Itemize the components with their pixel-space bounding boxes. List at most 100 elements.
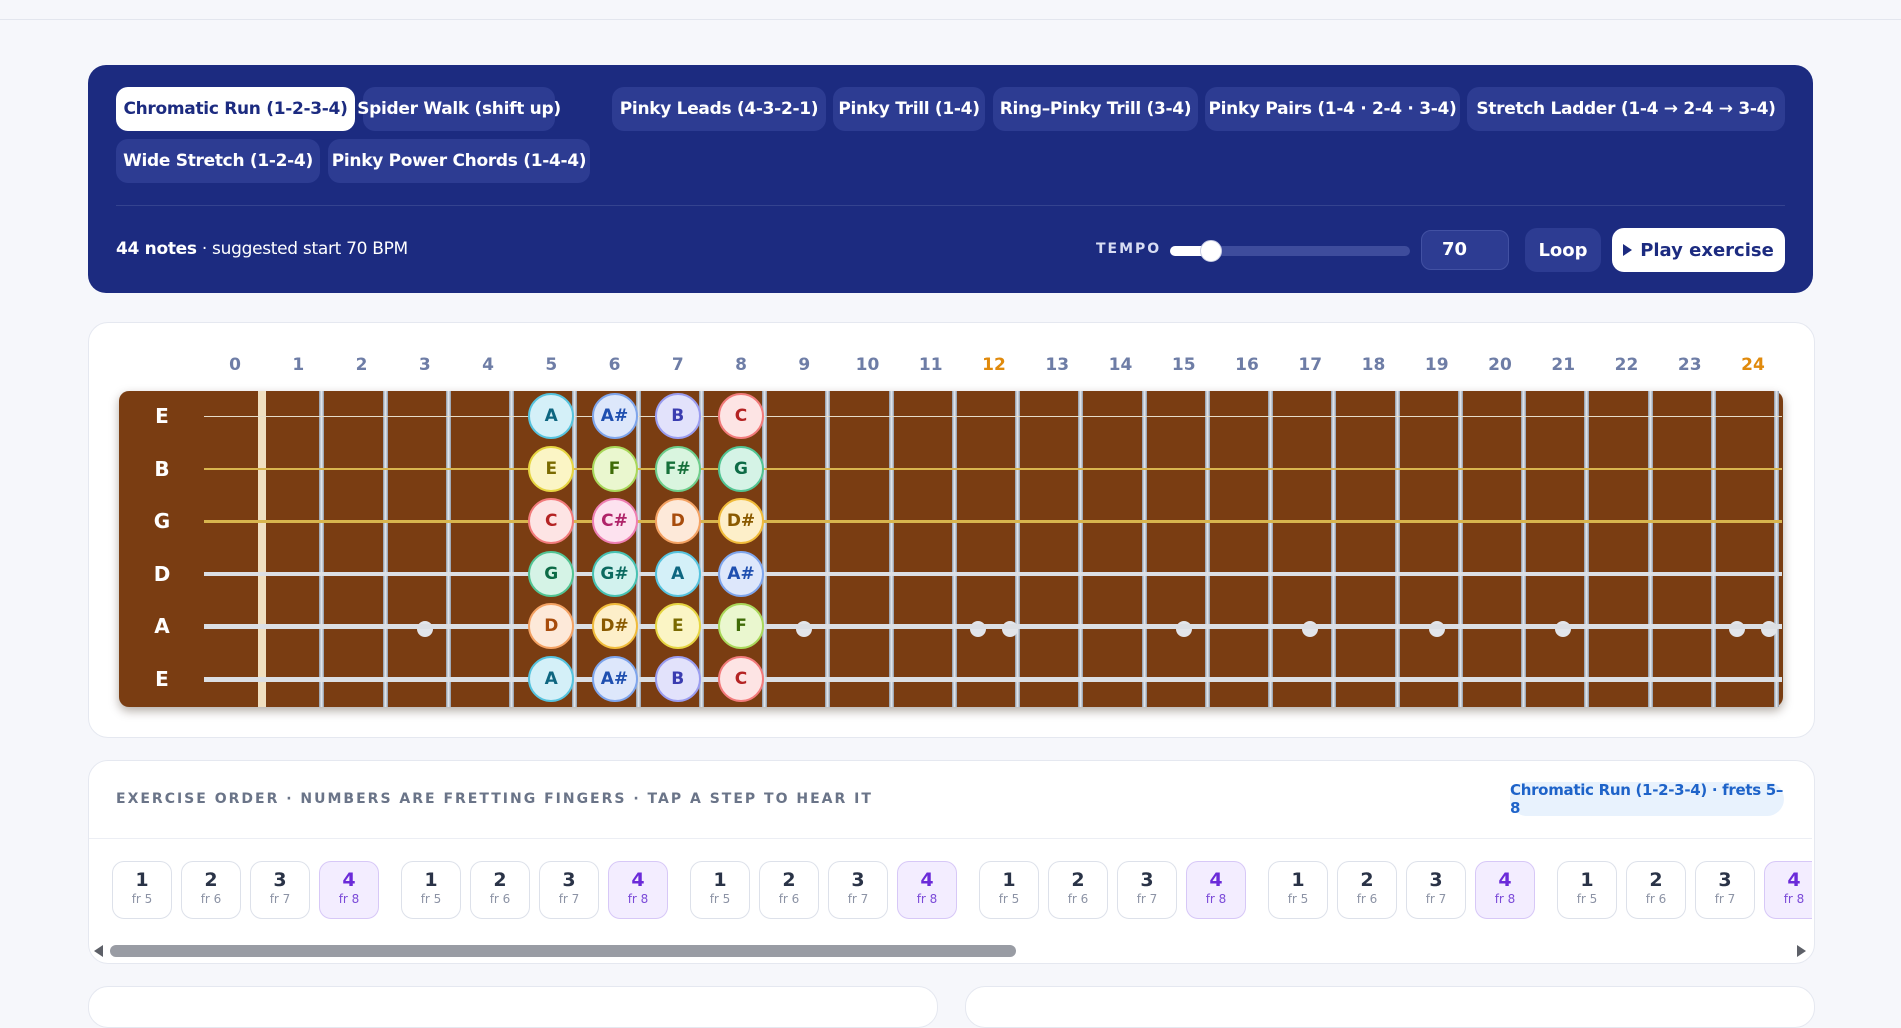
- exercise-step[interactable]: 2 fr 6: [1626, 861, 1686, 919]
- loop-button[interactable]: Loop: [1525, 228, 1601, 272]
- top-divider: [0, 19, 1901, 20]
- fret-number-4: 4: [482, 355, 494, 375]
- note-marker[interactable]: C: [718, 393, 764, 439]
- fret-wire: [1331, 391, 1337, 707]
- exercise-step[interactable]: 1 fr 5: [112, 861, 172, 919]
- exercise-step[interactable]: 2 fr 6: [470, 861, 530, 919]
- panel-divider: [116, 205, 1785, 206]
- tab-pinky-trill-1-4[interactable]: Pinky Trill (1-4): [833, 87, 985, 131]
- scroll-left-arrow-icon[interactable]: [94, 945, 103, 957]
- note-marker[interactable]: G#: [591, 550, 638, 597]
- fret-number-20: 20: [1488, 355, 1512, 375]
- tab-pinky-pairs-1-4-2-4-3-4[interactable]: Pinky Pairs (1-4 · 2-4 · 3-4): [1205, 87, 1460, 131]
- exercise-step[interactable]: 2 fr 6: [1337, 861, 1397, 919]
- tempo-slider[interactable]: [1170, 240, 1410, 262]
- step-finger: 1: [1291, 869, 1305, 891]
- note-marker[interactable]: C: [528, 498, 575, 545]
- exercise-step[interactable]: 3 fr 7: [1406, 861, 1466, 919]
- note-marker[interactable]: D#: [591, 603, 638, 650]
- exercise-step[interactable]: 4 fr 8: [1764, 861, 1812, 919]
- fret-number-0: 0: [229, 355, 241, 375]
- fret-number-7: 7: [671, 355, 684, 375]
- exercise-step[interactable]: 2 fr 6: [759, 861, 819, 919]
- fret-wire: [1647, 391, 1653, 707]
- exercise-step[interactable]: 3 fr 7: [1695, 861, 1755, 919]
- exercise-step[interactable]: 4 fr 8: [1186, 861, 1246, 919]
- tab-pinky-power-chords-1-4-4[interactable]: Pinky Power Chords (1-4-4): [328, 139, 590, 183]
- play-icon: [1623, 244, 1633, 256]
- horizontal-scrollbar[interactable]: [110, 945, 1016, 957]
- lower-left-card: [88, 986, 938, 1028]
- string-line: [204, 415, 1782, 417]
- exercise-step[interactable]: 1 fr 5: [690, 861, 750, 919]
- note-marker[interactable]: A: [528, 393, 575, 439]
- note-marker[interactable]: F: [591, 445, 638, 492]
- step-finger: 3: [1429, 869, 1443, 891]
- exercise-step[interactable]: 3 fr 7: [250, 861, 310, 919]
- step-fret: fr 5: [1576, 892, 1598, 906]
- tab-pinky-leads-4-3-2-1[interactable]: Pinky Leads (4-3-2-1): [612, 87, 826, 131]
- exercise-step[interactable]: 1 fr 5: [979, 861, 1039, 919]
- exercise-step[interactable]: 2 fr 6: [181, 861, 241, 919]
- exercise-meta: 44 notes · suggested start 70 BPM: [116, 239, 408, 259]
- note-marker[interactable]: B: [654, 656, 701, 702]
- exercise-step[interactable]: 1 fr 5: [1268, 861, 1328, 919]
- note-marker[interactable]: D: [654, 498, 701, 545]
- step-fret: fr 5: [998, 892, 1020, 906]
- fret-wire: [382, 391, 388, 707]
- tab-wide-stretch-1-2-4[interactable]: Wide Stretch (1-2-4): [116, 139, 320, 183]
- note-marker[interactable]: F: [718, 603, 764, 650]
- exercise-step-strip[interactable]: 1 fr 5 2 fr 6 3 fr 7 4 fr 8 1 fr 5 2 fr 6 3 fr 7 4 fr 8…: [89, 850, 1812, 950]
- exercise-step[interactable]: 2 fr 6: [1048, 861, 1108, 919]
- exercise-step[interactable]: 1 fr 5: [1557, 861, 1617, 919]
- step-finger: 2: [1071, 869, 1085, 891]
- note-marker[interactable]: A#: [591, 393, 638, 439]
- step-finger: 2: [782, 869, 796, 891]
- note-marker[interactable]: G: [718, 445, 764, 492]
- scroll-right-arrow-icon[interactable]: [1797, 945, 1806, 957]
- exercise-step[interactable]: 3 fr 7: [1117, 861, 1177, 919]
- step-fret: fr 7: [1425, 892, 1447, 906]
- tab-ring-pinky-trill-3-4[interactable]: Ring–Pinky Trill (3-4): [993, 87, 1198, 131]
- note-marker[interactable]: B: [654, 393, 701, 439]
- note-marker[interactable]: G: [528, 550, 575, 597]
- fret-number-17: 17: [1298, 355, 1323, 375]
- note-marker[interactable]: A#: [718, 550, 764, 597]
- exercise-step[interactable]: 1 fr 5: [401, 861, 461, 919]
- note-marker[interactable]: D#: [718, 498, 764, 545]
- note-marker[interactable]: A: [654, 550, 701, 597]
- exercise-step[interactable]: 4 fr 8: [319, 861, 379, 919]
- exercise-step[interactable]: 3 fr 7: [828, 861, 888, 919]
- fret-wire: [825, 391, 831, 707]
- step-finger: 3: [851, 869, 865, 891]
- note-marker[interactable]: A#: [591, 656, 638, 702]
- note-marker[interactable]: C#: [591, 498, 638, 545]
- fret-number-14: 14: [1108, 355, 1133, 375]
- note-marker[interactable]: C: [718, 656, 764, 702]
- exercise-control-panel: Chromatic Run (1-2-3-4) Spider Walk (shif…: [88, 65, 1813, 293]
- play-exercise-button[interactable]: Play exercise: [1612, 228, 1785, 272]
- fret-number-15: 15: [1171, 355, 1196, 375]
- exercise-step[interactable]: 4 fr 8: [1475, 861, 1535, 919]
- note-marker[interactable]: E: [528, 445, 575, 492]
- step-finger: 3: [273, 869, 287, 891]
- tempo-slider-thumb[interactable]: [1199, 240, 1222, 262]
- exercise-step[interactable]: 3 fr 7: [539, 861, 599, 919]
- step-fret: fr 5: [1287, 892, 1309, 906]
- note-marker[interactable]: D: [528, 603, 575, 650]
- tempo-input[interactable]: 70: [1421, 230, 1509, 270]
- step-fret: fr 8: [1205, 892, 1227, 906]
- string-line: [204, 623, 1782, 629]
- exercise-step[interactable]: 4 fr 8: [897, 861, 957, 919]
- note-marker[interactable]: E: [654, 603, 701, 650]
- exercise-step[interactable]: 4 fr 8: [608, 861, 668, 919]
- tab-spider-walk-shift-up[interactable]: Spider Walk (shift up): [357, 87, 561, 131]
- tab-chromatic-run-1-2-3-4[interactable]: Chromatic Run (1-2-3-4): [116, 87, 355, 131]
- fret-number-23: 23: [1677, 355, 1702, 375]
- step-finger: 3: [562, 869, 576, 891]
- note-marker[interactable]: A: [528, 656, 575, 702]
- string-line: [204, 467, 1782, 470]
- exercise-order-title: EXERCISE ORDER · NUMBERS ARE FRETTING FI…: [116, 791, 873, 807]
- note-marker[interactable]: F#: [654, 445, 701, 492]
- tab-stretch-ladder-1-4-2-4-3-4[interactable]: Stretch Ladder (1-4 → 2-4 → 3-4): [1467, 87, 1785, 131]
